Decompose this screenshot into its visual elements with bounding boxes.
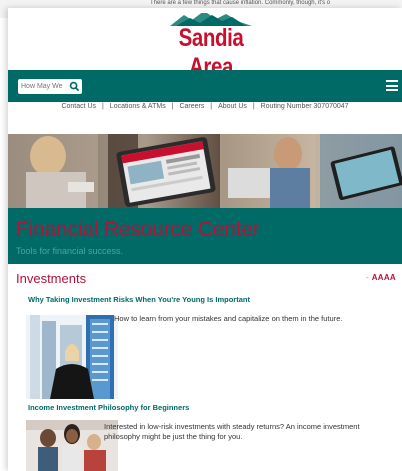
search-box — [18, 79, 82, 94]
search-icon[interactable] — [69, 81, 80, 92]
nav-link-locations-atms[interactable]: Locations & ATMs — [110, 103, 166, 110]
background-page-snippet: There are a few things that cause inflat… — [150, 0, 331, 6]
text-size-control[interactable]: - AAAA — [366, 273, 396, 282]
nav-separator: | — [102, 103, 104, 110]
article-title-link[interactable]: Why Taking Investment Risks When You're … — [28, 295, 250, 304]
hero-subtitle: Tools for financial success. — [16, 246, 124, 256]
text-size-dash: - — [366, 273, 369, 282]
nav-separator: | — [210, 103, 213, 110]
nav-link-careers[interactable]: Careers — [179, 103, 204, 110]
article-description: Interested in low-risk investments with … — [104, 422, 360, 442]
businesswoman-skyscraper-image — [26, 315, 118, 399]
article-title-link[interactable]: Income Investment Philosophy for Beginne… — [28, 403, 189, 412]
article-thumbnail-businesswoman[interactable] — [26, 315, 118, 399]
utility-navigation: Contact Us | Locations & ATMs | Careers … — [8, 103, 402, 119]
nav-link-routing-number[interactable]: Routing Number 307070047 — [261, 103, 349, 110]
sandia-area-logo[interactable]: Sandia Area — [156, 8, 266, 81]
hero-title: Financial Resource Center — [16, 218, 260, 241]
nav-separator: | — [171, 103, 174, 110]
hamburger-menu-icon[interactable] — [386, 80, 398, 91]
nav-link-contact-us[interactable]: Contact Us — [61, 103, 96, 110]
nav-link-about-us[interactable]: About Us — [218, 103, 247, 110]
mobile-page: Sandia Area Contact Us | Locations & ATM… — [8, 8, 402, 471]
hero-image — [8, 134, 402, 208]
top-navigation-bar — [8, 70, 402, 102]
hero-photo-illustration — [8, 134, 402, 208]
article-description: How to learn from your mistakes and capi… — [114, 314, 343, 323]
section-title: Investments — [16, 271, 87, 286]
search-input[interactable] — [21, 80, 69, 92]
nav-separator: | — [252, 103, 255, 110]
text-size-label[interactable]: AAAA — [372, 273, 396, 282]
hero-banner: Financial Resource Center Tools for fina… — [8, 208, 402, 264]
